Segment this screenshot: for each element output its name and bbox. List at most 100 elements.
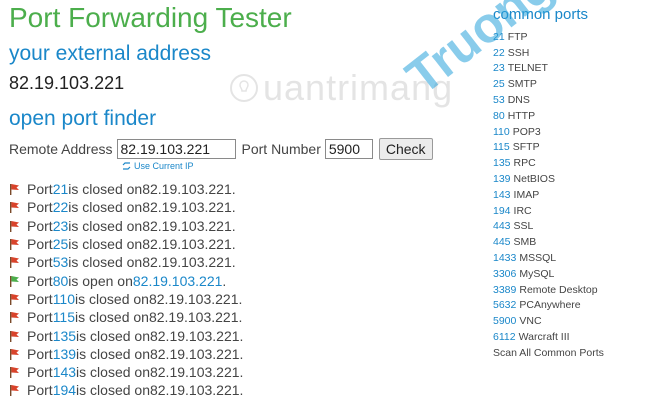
port-number-label: Port Number bbox=[241, 141, 321, 157]
result-port-link[interactable]: 23 bbox=[53, 218, 69, 234]
result-ip-text[interactable]: 82.19.103.221 bbox=[133, 273, 223, 289]
remote-address-label: Remote Address bbox=[9, 141, 113, 157]
common-port-item: 143 IMAP bbox=[493, 187, 643, 203]
common-port-number-link[interactable]: 135 bbox=[493, 157, 511, 169]
common-port-service: POP3 bbox=[512, 125, 541, 138]
result-port-link[interactable]: 80 bbox=[53, 273, 69, 289]
use-current-ip-label: Use Current IP bbox=[134, 161, 194, 171]
common-port-number-link[interactable]: 80 bbox=[493, 110, 505, 122]
red-flag-icon bbox=[10, 239, 19, 251]
result-text: Port bbox=[27, 236, 53, 253]
result-port-link[interactable]: 21 bbox=[53, 181, 69, 197]
common-port-number-link[interactable]: 5632 bbox=[493, 299, 516, 311]
common-port-number-link[interactable]: 1433 bbox=[493, 252, 516, 264]
result-text: Port bbox=[27, 309, 53, 326]
red-flag-icon bbox=[10, 257, 19, 269]
red-flag-icon bbox=[10, 202, 19, 214]
common-port-number-link[interactable]: 143 bbox=[493, 189, 511, 201]
result-port-link[interactable]: 135 bbox=[53, 328, 76, 344]
use-current-ip-link[interactable]: Use Current IP bbox=[122, 161, 194, 171]
common-port-item: 110 POP3 bbox=[493, 124, 643, 140]
common-port-service: PCAnywhere bbox=[519, 299, 581, 312]
result-port-link[interactable]: 53 bbox=[53, 254, 69, 270]
port-number-input[interactable] bbox=[324, 139, 373, 159]
result-ip-text: 82.19.103.221 bbox=[142, 199, 232, 216]
result-text: is closed on bbox=[68, 181, 143, 198]
common-port-number-link[interactable]: 194 bbox=[493, 205, 511, 217]
result-text: is closed on bbox=[76, 327, 150, 344]
result-row: Port 143 is closed on 82.19.103.221. bbox=[9, 363, 243, 381]
scan-all-ports-link[interactable]: Scan All Common Ports bbox=[493, 345, 643, 361]
result-port-link[interactable]: 110 bbox=[53, 291, 75, 307]
result-ip-text: 82.19.103.221 bbox=[148, 309, 239, 326]
common-port-service: RPC bbox=[513, 157, 536, 170]
result-text: is closed on bbox=[68, 254, 143, 271]
common-port-item: 53 DNS bbox=[493, 92, 643, 108]
result-text: Port bbox=[27, 364, 53, 381]
check-button[interactable]: Check bbox=[378, 138, 433, 160]
result-ip-text: 82.19.103.221 bbox=[149, 345, 240, 362]
result-ip-text: 82.19.103.221 bbox=[149, 382, 240, 399]
result-text: Port bbox=[27, 181, 53, 198]
common-port-service: MSSQL bbox=[519, 252, 557, 265]
common-port-service: Remote Desktop bbox=[519, 283, 598, 296]
result-text: is closed on bbox=[68, 217, 143, 234]
result-row: Port 53 is closed on 82.19.103.221. bbox=[9, 253, 243, 271]
result-text: is closed on bbox=[76, 345, 150, 362]
common-port-number-link[interactable]: 3389 bbox=[493, 284, 516, 296]
common-port-number-link[interactable]: 5900 bbox=[493, 315, 516, 327]
result-ip-text: 82.19.103.221 bbox=[149, 327, 240, 344]
result-ip-text: 82.19.103.221 bbox=[142, 217, 232, 234]
result-text: Port bbox=[27, 254, 53, 271]
result-text: is closed on bbox=[76, 364, 150, 381]
result-text: . bbox=[239, 345, 244, 362]
common-port-service: DNS bbox=[507, 94, 530, 107]
result-port-link[interactable]: 139 bbox=[53, 346, 76, 362]
red-flag-icon bbox=[10, 385, 19, 397]
common-port-number-link[interactable]: 53 bbox=[493, 94, 505, 106]
result-text: . bbox=[231, 236, 236, 253]
result-row: Port 135 is closed on 82.19.103.221. bbox=[9, 326, 243, 344]
common-port-service: SFTP bbox=[512, 141, 540, 154]
common-port-item: 23 TELNET bbox=[493, 61, 643, 77]
result-row: Port 139 is closed on 82.19.103.221. bbox=[9, 345, 243, 363]
open-port-finder-heading: open port finder bbox=[9, 107, 157, 130]
common-port-service: SMTP bbox=[507, 78, 537, 91]
common-ports-sidebar: common ports 21 FTP 22 SSH 23 TELNET 25 SMTP 53 D… bbox=[493, 6, 643, 361]
result-port-link[interactable]: 115 bbox=[53, 309, 75, 325]
green-flag-icon bbox=[10, 275, 19, 287]
common-port-item: 25 SMTP bbox=[493, 76, 643, 92]
result-port-link[interactable]: 194 bbox=[53, 382, 76, 398]
common-port-item: 139 NetBIOS bbox=[493, 171, 643, 187]
result-text: Port bbox=[27, 327, 53, 344]
common-port-item: 135 RPC bbox=[493, 155, 643, 171]
result-text: . bbox=[239, 382, 244, 399]
result-text: is closed on bbox=[75, 309, 149, 326]
result-port-link[interactable]: 25 bbox=[53, 236, 69, 252]
common-port-number-link[interactable]: 115 bbox=[493, 141, 510, 153]
result-text: . bbox=[222, 272, 227, 289]
common-port-number-link[interactable]: 23 bbox=[493, 62, 505, 74]
common-port-item: 80 HTTP bbox=[493, 108, 643, 124]
common-ports-list: 21 FTP 22 SSH 23 TELNET 25 SMTP 53 DNS 80 HTTP 110 PO… bbox=[493, 29, 643, 345]
common-port-number-link[interactable]: 25 bbox=[493, 78, 505, 90]
result-port-link[interactable]: 22 bbox=[53, 199, 69, 215]
common-port-number-link[interactable]: 110 bbox=[493, 126, 510, 138]
common-port-number-link[interactable]: 3306 bbox=[493, 268, 516, 280]
common-port-number-link[interactable]: 443 bbox=[493, 220, 511, 232]
result-text: is open on bbox=[68, 272, 133, 289]
common-port-number-link[interactable]: 445 bbox=[493, 236, 511, 248]
common-port-item: 445 SMB bbox=[493, 234, 643, 250]
result-text: Port bbox=[27, 382, 53, 399]
red-flag-icon bbox=[10, 330, 19, 342]
page-title: Port Forwarding Tester bbox=[9, 2, 292, 33]
common-port-number-link[interactable]: 6112 bbox=[493, 331, 516, 343]
result-ip-text: 82.19.103.221 bbox=[142, 236, 232, 253]
result-text: . bbox=[231, 217, 236, 234]
result-port-link[interactable]: 143 bbox=[53, 364, 76, 380]
common-port-item: 1433 MSSQL bbox=[493, 250, 643, 266]
result-row: Port 23 is closed on 82.19.103.221. bbox=[9, 217, 243, 235]
common-port-number-link[interactable]: 139 bbox=[493, 173, 511, 185]
common-port-item: 5900 VNC bbox=[493, 313, 643, 329]
remote-address-input[interactable] bbox=[116, 139, 236, 159]
